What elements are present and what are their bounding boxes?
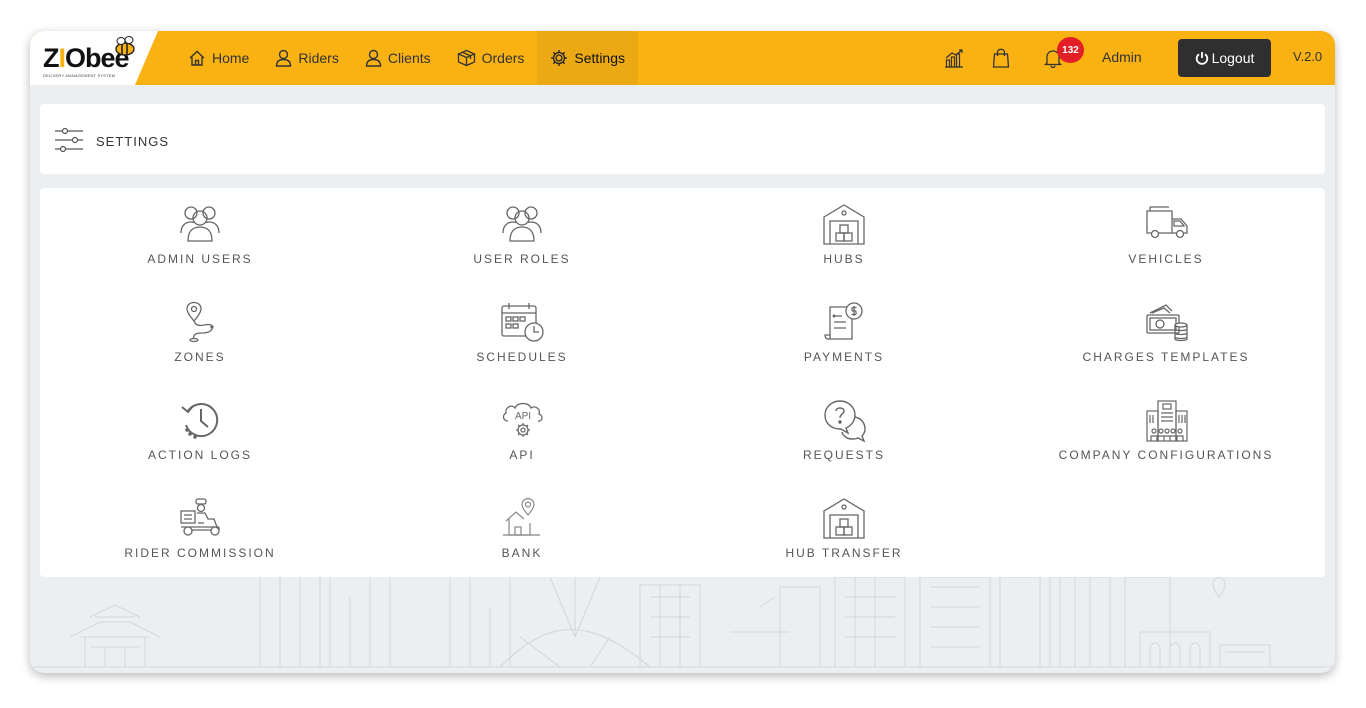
- version-label: V.2.0: [1293, 49, 1323, 64]
- tile-company-configurations[interactable]: COMPANY CONFIGURATIONS: [1006, 384, 1326, 474]
- nav-clients-label: Clients: [387, 50, 431, 66]
- tile-hubs[interactable]: HUBS: [684, 188, 1004, 278]
- tile-charges-templates[interactable]: CHARGES TEMPLATES: [1006, 286, 1326, 376]
- tile-label: HUBS: [823, 252, 865, 266]
- tile-label: USER ROLES: [473, 252, 571, 266]
- settings-grid: ADMIN USERS USER ROLES HUBS VEHICLES ZON…: [40, 188, 1325, 577]
- tile-label: PAYMENTS: [803, 350, 885, 364]
- delivery-scooter-icon: [180, 498, 220, 536]
- tile-label: CHARGES TEMPLATES: [1082, 350, 1250, 364]
- tile-zones[interactable]: ZONES: [40, 286, 360, 376]
- tile-rider-commission[interactable]: RIDER COMMISSION: [40, 482, 360, 572]
- nav-orders-label: Orders: [481, 50, 525, 66]
- tile-label: ADMIN USERS: [147, 252, 253, 266]
- tile-admin-users[interactable]: ADMIN USERS: [40, 188, 360, 278]
- bee-icon: [115, 36, 135, 56]
- tile-label: REQUESTS: [802, 448, 885, 462]
- cash-coins-icon: [1146, 304, 1188, 342]
- chart-icon[interactable]: [944, 48, 964, 68]
- tile-action-logs[interactable]: ACTION LOGS: [40, 384, 360, 474]
- tile-hub-transfer[interactable]: HUB TRANSFER: [684, 482, 1004, 572]
- user-name[interactable]: Admin: [1102, 49, 1142, 65]
- house-pin-icon: [503, 497, 540, 536]
- tile-label: API: [509, 448, 535, 462]
- logout-button[interactable]: Logout: [1178, 39, 1271, 77]
- nav-orders[interactable]: Orders: [444, 31, 538, 85]
- tile-api[interactable]: API API: [362, 384, 682, 474]
- warehouse-icon: [823, 498, 865, 539]
- notification-badge[interactable]: 132: [1057, 37, 1084, 63]
- sliders-icon: [55, 127, 83, 153]
- gear-icon: [551, 50, 568, 66]
- user-icon: [276, 49, 292, 67]
- main-nav: Home Riders Clients Orders Settings: [175, 31, 639, 85]
- page-title: SETTINGS: [96, 134, 170, 149]
- truck-icon: [1146, 206, 1188, 239]
- logout-label: Logout: [1211, 50, 1255, 66]
- history-icon: [181, 403, 219, 439]
- api-gear-icon: API: [502, 402, 543, 437]
- city-skyline-illustration: [30, 577, 1335, 668]
- nav-home[interactable]: Home: [175, 31, 262, 85]
- tile-payments[interactable]: PAYMENTS: [684, 286, 1004, 376]
- users-icon: [180, 206, 220, 242]
- home-icon: [189, 50, 205, 66]
- box-icon: [456, 49, 476, 67]
- map-pin-route-icon: [186, 301, 214, 343]
- nav-home-label: Home: [212, 50, 250, 66]
- nav-settings-label: Settings: [574, 50, 626, 66]
- users-icon: [502, 206, 542, 242]
- warehouse-icon: [823, 204, 865, 245]
- svg-text:API: API: [515, 411, 531, 422]
- nav-settings[interactable]: Settings: [537, 31, 639, 85]
- app-window: ZIObee DELIVERY MANAGEMENT SYSTEM Home R…: [30, 31, 1335, 673]
- question-chat-icon: [824, 400, 866, 443]
- tile-schedules[interactable]: SCHEDULES: [362, 286, 682, 376]
- tile-label: RIDER COMMISSION: [124, 546, 276, 560]
- tile-label: SCHEDULES: [476, 350, 568, 364]
- tile-label: VEHICLES: [1128, 252, 1204, 266]
- tile-requests[interactable]: REQUESTS: [684, 384, 1004, 474]
- tile-bank[interactable]: BANK: [362, 482, 682, 572]
- nav-clients[interactable]: Clients: [352, 31, 444, 85]
- tile-label: HUB TRANSFER: [785, 546, 903, 560]
- building-icon: [1146, 400, 1188, 442]
- tile-label: ZONES: [174, 350, 226, 364]
- tile-vehicles[interactable]: VEHICLES: [1006, 188, 1326, 278]
- nav-riders-label: Riders: [298, 50, 339, 66]
- tile-label: BANK: [501, 546, 543, 560]
- shopping-bag-icon[interactable]: [992, 48, 1010, 68]
- settings-header: SETTINGS: [40, 104, 1325, 174]
- tile-label: COMPANY CONFIGURATIONS: [1058, 448, 1274, 462]
- calendar-clock-icon: [501, 303, 544, 342]
- user-icon: [365, 49, 382, 67]
- logo[interactable]: ZIObee DELIVERY MANAGEMENT SYSTEM: [30, 31, 158, 85]
- invoice-dollar-icon: [824, 302, 863, 340]
- tile-user-roles[interactable]: USER ROLES: [362, 188, 682, 278]
- nav-riders[interactable]: Riders: [262, 31, 351, 85]
- power-icon: [1195, 52, 1208, 65]
- tile-label: ACTION LOGS: [147, 448, 252, 462]
- top-bar: ZIObee DELIVERY MANAGEMENT SYSTEM Home R…: [30, 31, 1335, 85]
